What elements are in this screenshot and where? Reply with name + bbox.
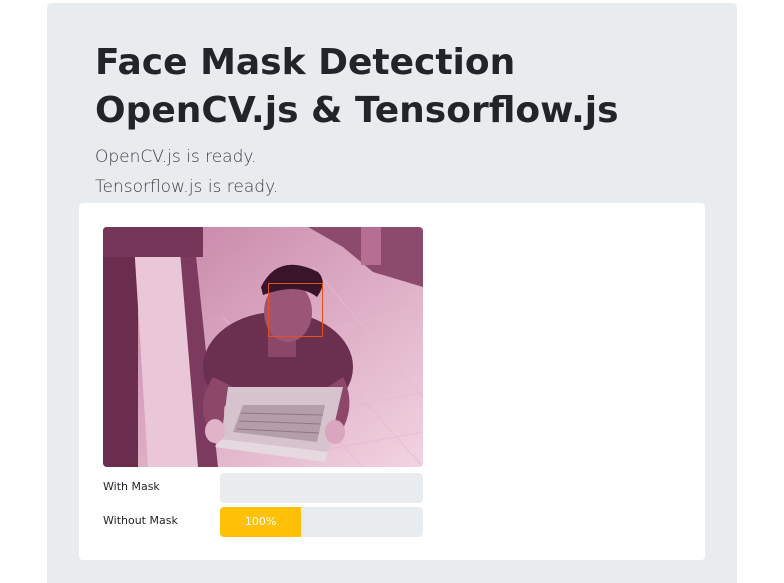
without-mask-progress: 100% (220, 507, 423, 537)
prediction-with-mask: With Mask (103, 473, 423, 503)
face-detection-box (268, 283, 323, 337)
prediction-without-mask: Without Mask 100% (103, 507, 423, 537)
tensorflow-status: Tensorflow.js is ready. (95, 177, 279, 197)
jumbotron: Face Mask Detection OpenCV.js & Tensorfl… (47, 3, 737, 583)
with-mask-label: With Mask (103, 480, 160, 493)
with-mask-progress (220, 473, 423, 503)
without-mask-progress-bar: 100% (220, 507, 302, 537)
detection-card: With Mask Without Mask 100% (79, 203, 705, 560)
without-mask-label: Without Mask (103, 514, 178, 527)
webcam-frame-image (103, 227, 423, 467)
opencv-status: OpenCV.js is ready. (95, 147, 257, 167)
webcam-video (103, 227, 423, 467)
page-title: Face Mask Detection OpenCV.js & Tensorfl… (95, 42, 619, 131)
